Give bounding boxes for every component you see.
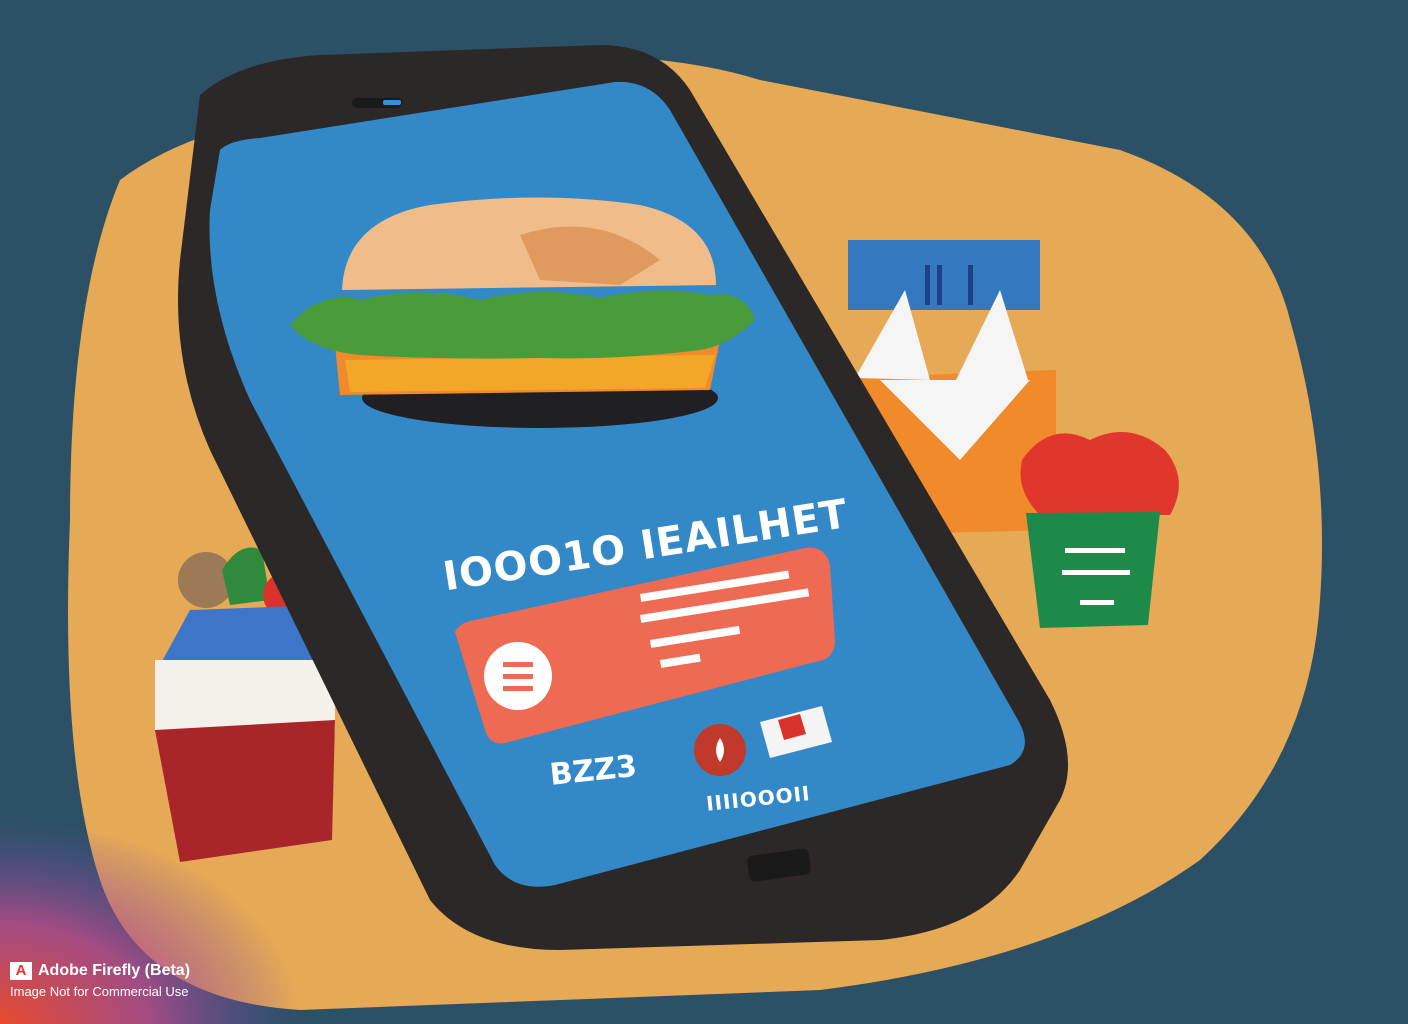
watermark-note: Image Not for Commercial Use [10, 984, 189, 1000]
watermark: A Adobe Firefly (Beta) Image Not for Comm… [10, 962, 190, 999]
watermark-brand: Adobe Firefly (Beta) [38, 962, 191, 979]
adobe-logo-icon: A [10, 962, 32, 980]
illustration-scene [0, 45, 1322, 1024]
coin-icon [484, 642, 552, 710]
location-pin-icon[interactable] [694, 724, 746, 776]
phone-camera-dot [383, 100, 401, 105]
